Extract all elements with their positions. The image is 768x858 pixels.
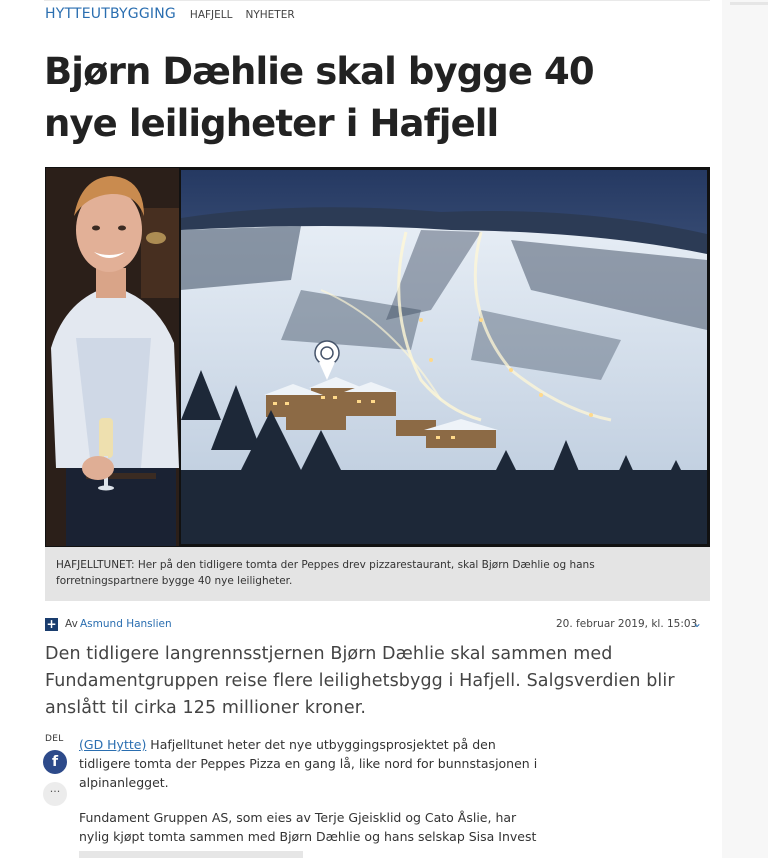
article-headline: Bjørn Dæhlie skal bygge 40 nye leilighet… xyxy=(44,46,704,150)
top-divider xyxy=(44,0,710,1)
right-gutter xyxy=(722,0,768,858)
publish-date: 20. februar 2019, kl. 15:03 xyxy=(556,618,698,630)
category-link[interactable]: HYTTEUTBYGGING xyxy=(45,6,176,22)
byline: + Av Asmund Hanslien 20. februar 2019, k… xyxy=(45,616,705,632)
article-tags: HYTTEUTBYGGING HAFJELL NYHETER xyxy=(45,6,308,26)
person-photo xyxy=(46,168,179,546)
plus-icon[interactable]: + xyxy=(45,618,58,631)
headline-line-1: Bjørn Dæhlie skal bygge 40 xyxy=(44,50,595,93)
resort-photo xyxy=(181,170,707,544)
article-image[interactable] xyxy=(45,167,710,547)
byline-label: Av xyxy=(65,618,78,630)
body-paragraph-1-text: Hafjelltunet heter det nye utbyggingspro… xyxy=(79,737,538,790)
author-link[interactable]: Asmund Hanslien xyxy=(80,618,172,630)
more-icon[interactable]: ··· xyxy=(43,782,67,806)
source-link[interactable]: (GD Hytte) xyxy=(79,737,146,752)
share-bar: DEL f ··· xyxy=(43,734,73,806)
gutter-bar xyxy=(730,2,768,5)
share-label: DEL xyxy=(45,734,64,744)
body-paragraph-1: (GD Hytte) Hafjelltunet heter det nye ut… xyxy=(79,735,539,792)
facebook-icon[interactable]: f xyxy=(43,750,67,774)
tag-link-hafjell[interactable]: HAFJELL xyxy=(190,9,233,21)
article-ingress: Den tidligere langrennsstjernen Bjørn Dæ… xyxy=(45,644,675,718)
tag-link-nyheter[interactable]: NYHETER xyxy=(245,9,294,21)
image-caption: HAFJELLTUNET: Her på den tidligere tomta… xyxy=(45,547,710,601)
content-placeholder-bar xyxy=(79,851,303,858)
article-body: (GD Hytte) Hafjelltunet heter det nye ut… xyxy=(79,735,539,858)
headline-line-2: nye leiligheter i Hafjell xyxy=(44,102,499,145)
chevron-down-icon[interactable]: ⌄ xyxy=(692,616,702,630)
